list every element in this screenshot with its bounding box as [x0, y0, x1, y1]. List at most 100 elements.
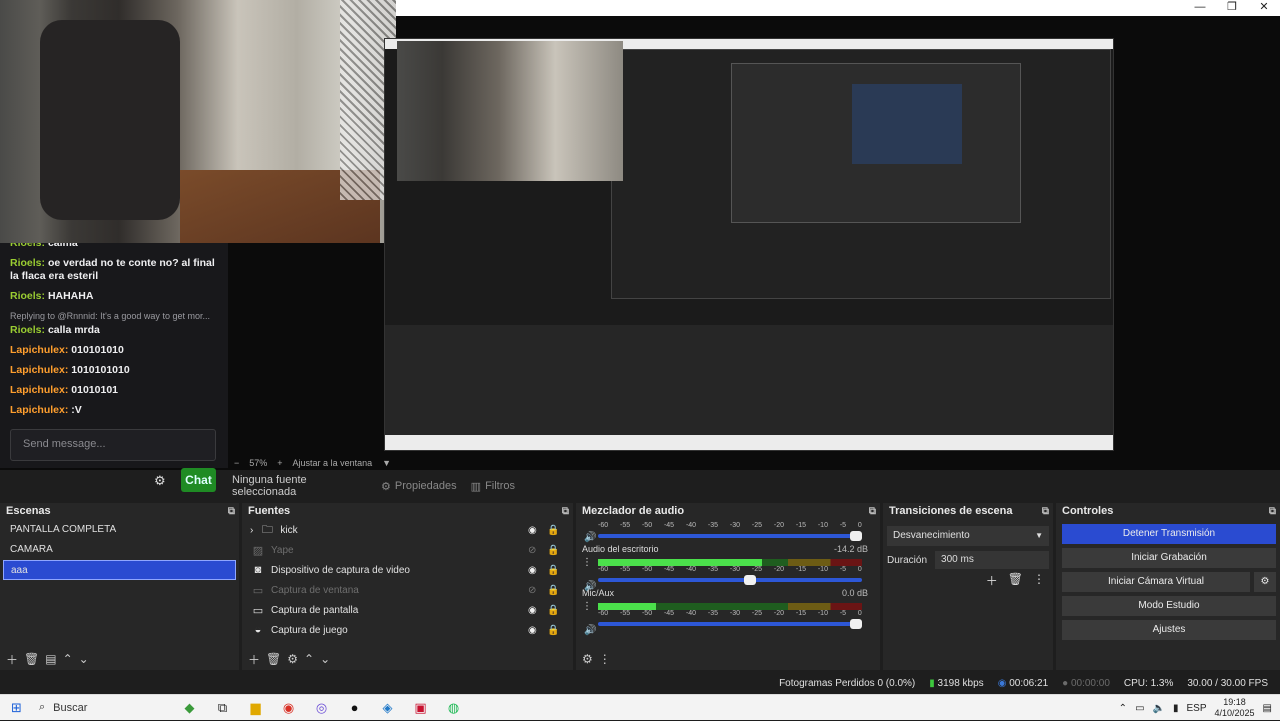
- widgets-icon[interactable]: ◆: [173, 695, 206, 721]
- move-up-icon[interactable]: ⌃: [63, 652, 73, 666]
- messenger-icon[interactable]: ◎: [305, 695, 338, 721]
- chat-send-button[interactable]: Chat: [181, 468, 216, 492]
- lock-icon[interactable]: 🔒: [547, 545, 559, 556]
- lock-icon[interactable]: 🔒: [547, 585, 559, 596]
- close-button[interactable]: ✕: [1248, 0, 1280, 16]
- eye-hidden-icon[interactable]: ⊘: [528, 585, 536, 596]
- eye-icon[interactable]: ◉: [528, 525, 537, 536]
- lock-icon[interactable]: 🔒: [547, 625, 559, 636]
- stop-stream-button[interactable]: Detener Transmisión: [1062, 524, 1276, 544]
- window-controls: — ❐ ✕: [1184, 0, 1280, 16]
- eye-icon[interactable]: ◉: [528, 565, 537, 576]
- network-icon[interactable]: ▭: [1135, 703, 1144, 714]
- chat-username[interactable]: Lapichulex:: [10, 404, 68, 416]
- remove-source-icon[interactable]: 🗑: [266, 652, 281, 666]
- undock-icon[interactable]: ⧉: [562, 503, 569, 520]
- eye-icon[interactable]: ◉: [528, 625, 537, 636]
- windows-start-icon[interactable]: ⊞: [0, 695, 33, 721]
- scene-item[interactable]: CAMARA: [3, 540, 236, 560]
- chevron-down-icon[interactable]: ▼: [382, 458, 391, 468]
- expand-chevron-icon[interactable]: ›: [250, 525, 253, 536]
- remove-scene-icon[interactable]: 🗑: [24, 652, 39, 666]
- volume-icon[interactable]: 🔈: [1153, 703, 1165, 714]
- file-explorer-icon[interactable]: ▆: [239, 695, 272, 721]
- source-item[interactable]: ▭ Captura de ventana ⊘ 🔒: [242, 580, 573, 600]
- zoom-in-icon[interactable]: +: [277, 458, 282, 468]
- scene-item[interactable]: aaa: [3, 560, 236, 580]
- move-down-icon[interactable]: ⌄: [79, 652, 89, 666]
- volume-fader[interactable]: [598, 575, 862, 585]
- source-settings-gear-icon[interactable]: ⚙: [287, 652, 298, 666]
- chat-settings-gear-icon[interactable]: ⚙: [154, 473, 166, 489]
- task-view-icon[interactable]: ⧉: [206, 695, 239, 721]
- source-item[interactable]: ▨ Yape ⊘ 🔒: [242, 540, 573, 560]
- channel-menu-icon[interactable]: ⋮: [582, 601, 592, 612]
- transition-select[interactable]: Desvanecimiento ▼: [887, 526, 1049, 546]
- language-indicator[interactable]: ESP: [1186, 703, 1206, 714]
- add-transition-icon[interactable]: ＋: [986, 572, 998, 589]
- preview-canvas[interactable]: Rioels: calma Rioels: oe verdad no te con…: [0, 0, 1280, 470]
- chat-username[interactable]: Lapichulex:: [10, 364, 68, 376]
- properties-button[interactable]: ⚙ Propiedades: [381, 480, 457, 493]
- undock-icon[interactable]: ⧉: [228, 503, 235, 520]
- battery-icon[interactable]: ▮: [1173, 703, 1179, 714]
- chat-username[interactable]: Lapichulex:: [10, 344, 68, 356]
- settings-button[interactable]: Ajustes: [1062, 620, 1276, 640]
- zoom-out-icon[interactable]: −: [234, 458, 239, 468]
- scene-filter-icon[interactable]: ▤: [45, 652, 56, 666]
- tray-chevron-icon[interactable]: ⌃: [1119, 703, 1127, 714]
- obs-icon[interactable]: ●: [338, 695, 371, 721]
- lock-icon[interactable]: 🔒: [547, 605, 559, 616]
- channel-menu-icon[interactable]: ⋮: [582, 557, 592, 568]
- move-down-icon[interactable]: ⌄: [320, 652, 330, 666]
- chat-username[interactable]: Lapichulex:: [10, 384, 68, 396]
- chat-input[interactable]: Send message...: [10, 429, 216, 461]
- clock[interactable]: 19:18 4/10/2025: [1215, 697, 1255, 719]
- notifications-icon[interactable]: ▤: [1263, 703, 1272, 714]
- source-item[interactable]: › 🗀 kick ◉ 🔒: [242, 520, 573, 540]
- volume-fader[interactable]: [598, 619, 862, 629]
- spotify-icon[interactable]: ◍: [437, 695, 470, 721]
- taskbar-search[interactable]: ⌕ Buscar: [33, 701, 173, 714]
- scene-item[interactable]: PANTALLA COMPLETA: [3, 520, 236, 540]
- eye-hidden-icon[interactable]: ⊘: [528, 545, 536, 556]
- more-options-icon[interactable]: ⋮: [1033, 572, 1045, 589]
- add-scene-icon[interactable]: ＋: [6, 651, 18, 668]
- studio-mode-button[interactable]: Modo Estudio: [1062, 596, 1276, 616]
- undock-icon[interactable]: ⧉: [1042, 503, 1049, 520]
- speaker-icon[interactable]: 🔊: [584, 532, 596, 543]
- undock-icon[interactable]: ⧉: [869, 503, 876, 520]
- eye-icon[interactable]: ◉: [528, 605, 537, 616]
- fader-knob[interactable]: [850, 619, 862, 629]
- acrobat-icon[interactable]: ▣: [404, 695, 437, 721]
- chat-username[interactable]: Rioels:: [10, 290, 45, 302]
- fader-knob[interactable]: [850, 531, 862, 541]
- fit-window-dropdown[interactable]: Ajustar a la ventana: [293, 458, 373, 468]
- source-item[interactable]: ◙ Dispositivo de captura de video ◉ 🔒: [242, 560, 573, 580]
- remove-transition-icon[interactable]: 🗑: [1008, 572, 1023, 589]
- volume-fader[interactable]: [598, 531, 862, 541]
- chat-username[interactable]: Rioels:: [10, 243, 45, 249]
- speaker-icon[interactable]: 🔊: [584, 625, 596, 636]
- start-virtual-camera-button[interactable]: Iniciar Cámara Virtual: [1062, 572, 1250, 592]
- chat-username[interactable]: Rioels:: [10, 324, 45, 336]
- advanced-audio-gear-icon[interactable]: ⚙: [582, 652, 593, 666]
- restore-button[interactable]: ❐: [1216, 0, 1248, 16]
- chat-username[interactable]: Rioels:: [10, 257, 45, 269]
- undock-icon[interactable]: ⧉: [1269, 503, 1276, 520]
- more-options-icon[interactable]: ⋮: [599, 652, 611, 666]
- add-source-icon[interactable]: ＋: [248, 651, 260, 668]
- lock-icon[interactable]: 🔒: [547, 525, 559, 536]
- source-item[interactable]: ▭ Captura de pantalla ◉ 🔒: [242, 600, 573, 620]
- vscode-icon[interactable]: ◈: [371, 695, 404, 721]
- lock-icon[interactable]: 🔒: [547, 565, 559, 576]
- filters-button[interactable]: ▥ Filtros: [471, 480, 515, 493]
- minimize-button[interactable]: —: [1184, 0, 1216, 16]
- move-up-icon[interactable]: ⌃: [304, 652, 314, 666]
- virtual-camera-gear-icon[interactable]: ⚙: [1254, 572, 1276, 592]
- duration-input[interactable]: 300 ms: [935, 551, 1049, 569]
- source-item[interactable]: ◒ Captura de juego ◉ 🔒: [242, 620, 573, 640]
- fader-knob[interactable]: [744, 575, 757, 585]
- chrome-icon[interactable]: ◉: [272, 695, 305, 721]
- start-recording-button[interactable]: Iniciar Grabación: [1062, 548, 1276, 568]
